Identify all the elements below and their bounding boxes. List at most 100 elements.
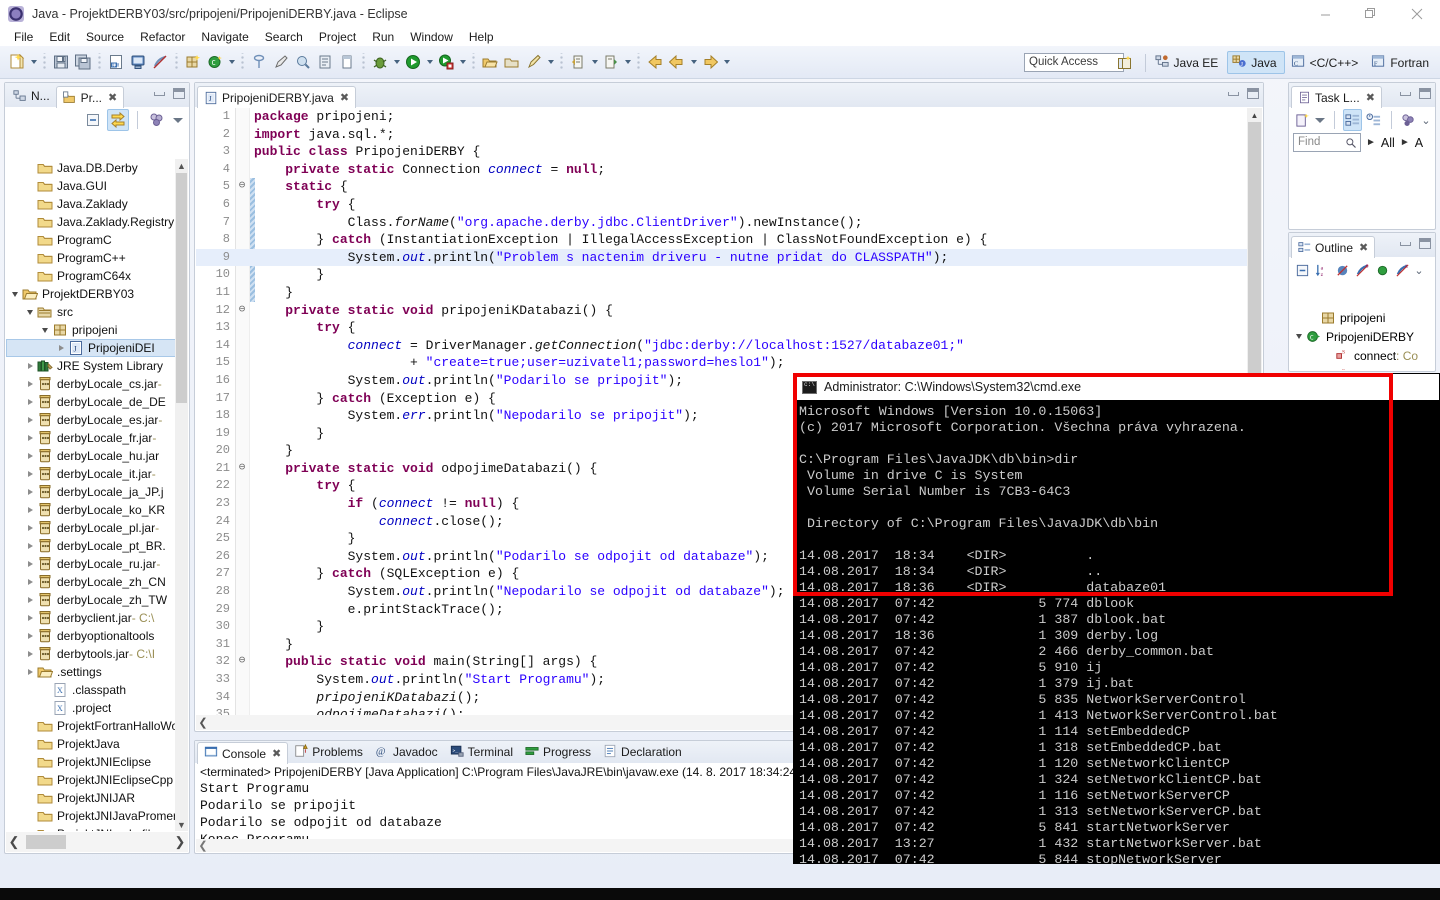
scroll-left-icon[interactable]: ❮: [6, 834, 22, 850]
tree-item-java.gui[interactable]: Java.GUI: [6, 177, 188, 195]
tree-item-pripojeni[interactable]: pripojeni: [6, 321, 188, 339]
next-annotation-icon[interactable]: [336, 51, 358, 73]
chevron-right-icon[interactable]: [23, 447, 37, 465]
tree-item-derbylocale_it.jar[interactable]: derbyLocale_it.jar -: [6, 465, 188, 483]
save-all-icon[interactable]: [72, 51, 94, 73]
tab-pripojenidery-java[interactable]: J PripojeniDERBY.java ✖: [197, 86, 357, 108]
forward-dropdown[interactable]: [721, 51, 732, 73]
menu-item-run[interactable]: Run: [364, 28, 402, 46]
new-java-package-icon[interactable]: [182, 51, 204, 73]
code-line[interactable]: 2 import java.sql.*;: [196, 126, 1262, 144]
code-line[interactable]: 9 System.out.println("Problem s nactenim…: [196, 248, 1262, 267]
tree-item-pripojenidei[interactable]: J PripojeniDEI: [6, 339, 188, 357]
sort-icon[interactable]: az: [1313, 259, 1331, 281]
perspective-javaee-button[interactable]: Java EE: [1151, 51, 1226, 74]
tab-console[interactable]: Console ✖: [197, 742, 289, 764]
menu-caret-icon[interactable]: [1314, 113, 1326, 127]
chevron-right-icon[interactable]: [23, 645, 37, 663]
run-icon[interactable]: [402, 51, 424, 73]
scroll-right-icon[interactable]: ❯: [172, 834, 188, 850]
tab-problems[interactable]: Problems: [288, 741, 369, 763]
chevron-right-icon[interactable]: [23, 573, 37, 591]
tree-item-derbyoptionaltools[interactable]: derbyoptionaltools: [6, 627, 188, 645]
new-class-dropdown[interactable]: [226, 51, 237, 73]
tree-item-derbylocale_ko_kr[interactable]: derbyLocale_ko_KR: [6, 501, 188, 519]
close-icon[interactable]: ✖: [272, 747, 281, 760]
chevron-down-icon[interactable]: [1292, 328, 1306, 346]
chevron-down-icon[interactable]: [23, 303, 37, 321]
tab-terminal[interactable]: >_ Terminal: [444, 741, 519, 763]
code-line[interactable]: 8 } catch (InstantiationException | Ille…: [196, 231, 1262, 249]
maximize-icon[interactable]: [1247, 88, 1259, 99]
fold-toggle-icon[interactable]: ⊖: [236, 302, 248, 320]
tab-declaration[interactable]: Declaration: [597, 741, 688, 763]
explorer-horizontal-scrollbar[interactable]: ❮ ❯: [6, 832, 188, 852]
tree-item-jresystemlibrary[interactable]: JRE System Library: [6, 357, 188, 375]
outline-item-connect[interactable]: Sconnect : Co: [1290, 346, 1434, 365]
perspective-cc++-button[interactable]: C <C/C++>: [1287, 51, 1366, 74]
tree-item-programc++[interactable]: ProgramC++: [6, 249, 188, 267]
collapse-all-icon[interactable]: [1293, 259, 1311, 281]
tab-navigator[interactable]: N...: [7, 85, 56, 107]
perspective-java-button[interactable]: J Java: [1227, 51, 1285, 74]
tree-item-derbylocale_zh_cn[interactable]: derbyLocale_zh_CN: [6, 573, 188, 591]
maximize-icon[interactable]: [173, 88, 185, 99]
open-type-icon[interactable]: [248, 51, 270, 73]
code-line[interactable]: 12 ⊖ private static void pripojeniKDataba…: [196, 302, 1262, 320]
filter-a-label[interactable]: A: [1415, 136, 1423, 150]
search-icon[interactable]: [292, 51, 314, 73]
hscroll-track[interactable]: [22, 835, 172, 849]
minimize-icon[interactable]: [1302, 0, 1348, 28]
chevron-right-icon[interactable]: [23, 609, 37, 627]
back-history-icon[interactable]: [644, 51, 666, 73]
back-icon[interactable]: [666, 51, 688, 73]
scroll-down-icon[interactable]: ▼: [175, 818, 188, 831]
scroll-up-icon[interactable]: ▲: [1249, 110, 1260, 121]
tree-item-java.db.derby[interactable]: Java.DB.Derby: [6, 159, 188, 177]
code-line[interactable]: 15 + "create=true;user=uzivatel1;passwor…: [196, 354, 1262, 372]
close-icon[interactable]: ✖: [340, 91, 349, 104]
hide-nonpublic-icon[interactable]: [1373, 259, 1391, 281]
code-line[interactable]: 3 public class PripojeniDERBY {: [196, 143, 1262, 161]
categorize-icon[interactable]: [1342, 109, 1362, 131]
tree-item-projektjnieclipsecpp[interactable]: ProjektJNIEclipseCpp: [6, 771, 188, 789]
tree-item-derbylocale_ja_jp.j[interactable]: derbyLocale_ja_JP.j: [6, 483, 188, 501]
tree-item-derbylocale_fr.jar[interactable]: derbyLocale_fr.jar -: [6, 429, 188, 447]
close-icon[interactable]: ✖: [1359, 241, 1368, 254]
cmd-window[interactable]: Administrator: C:\Windows\System32\cmd.e…: [793, 373, 1440, 886]
tab-progress[interactable]: Progress: [519, 741, 597, 763]
hide-static-icon[interactable]: S: [1353, 259, 1371, 281]
open-perspective-icon[interactable]: [479, 51, 501, 73]
chevron-down-icon[interactable]: [8, 285, 22, 303]
tree-item-programc64x[interactable]: ProgramC64x: [6, 267, 188, 285]
tab-task-list[interactable]: Task L... ✖: [1291, 86, 1382, 108]
close-icon[interactable]: ✖: [1366, 91, 1375, 104]
tree-item-.classpath[interactable]: X .classpath: [6, 681, 188, 699]
hide-fields-icon[interactable]: [1333, 259, 1351, 281]
synchronize-icon[interactable]: [1400, 109, 1418, 131]
chevron-right-icon[interactable]: [23, 357, 37, 375]
tree-item-projektfortranhallowo[interactable]: ProjektFortranHalloWo: [6, 717, 188, 735]
save-icon[interactable]: [50, 51, 72, 73]
menu-item-help[interactable]: Help: [461, 28, 502, 46]
new-wizard-dropdown[interactable]: [28, 51, 39, 73]
code-line[interactable]: 6 try {: [196, 196, 1262, 214]
hide-local-types-icon[interactable]: L: [1393, 259, 1411, 281]
collapse-all-icon[interactable]: [82, 109, 104, 131]
tree-item-projektderby03[interactable]: ProjektDERBY03: [6, 285, 188, 303]
back-dropdown[interactable]: [688, 51, 699, 73]
previous-edit-icon[interactable]: [567, 51, 589, 73]
view-menu-icon[interactable]: ⌄: [1421, 109, 1431, 131]
chevron-down-icon[interactable]: [38, 321, 52, 339]
code-line[interactable]: 13 try {: [196, 319, 1262, 337]
minimize-icon[interactable]: [1400, 241, 1411, 246]
minimize-icon[interactable]: [154, 91, 165, 96]
menu-item-window[interactable]: Window: [402, 28, 461, 46]
chevron-right-icon[interactable]: [23, 375, 37, 393]
tree-item-derbylocale_pt_br.[interactable]: derbyLocale_pt_BR.: [6, 537, 188, 555]
outline-item-[interactable]: S { }: [1290, 365, 1434, 371]
hscrollbar-thumb[interactable]: [26, 835, 66, 849]
tree-item-programc[interactable]: ProgramC: [6, 231, 188, 249]
find-input[interactable]: Find: [1293, 133, 1361, 152]
next-edit-dropdown[interactable]: [622, 51, 633, 73]
